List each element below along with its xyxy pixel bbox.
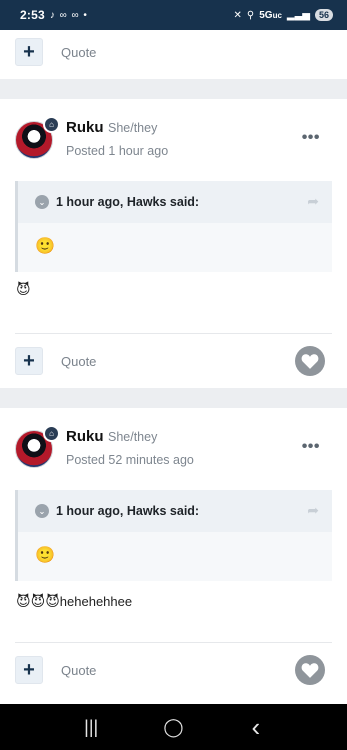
multiquote-button[interactable]: +	[15, 38, 43, 66]
post-card: ⌂ Ruku She/they Posted 52 minutes ago ••…	[0, 408, 347, 704]
mute-icon: ✕	[233, 9, 242, 21]
message-emoji: 😈	[16, 281, 31, 297]
recent-apps-button[interactable]: |||	[71, 717, 111, 738]
share-icon[interactable]: ➦	[307, 193, 319, 210]
multiquote-button[interactable]: +	[15, 347, 43, 375]
heart-icon	[301, 663, 319, 678]
quote-button[interactable]: Quote	[61, 45, 96, 60]
reaction-button[interactable]	[295, 346, 325, 376]
heart-icon	[301, 354, 319, 369]
notification-icons: ♪ ∞ ∞ •	[49, 9, 88, 21]
message-text: hehehehhee	[59, 594, 133, 609]
chevron-down-icon: ⌄	[35, 504, 49, 518]
quote-header-text: 1 hour ago, Hawks said:	[56, 504, 200, 518]
message-emoji: 😈😈😈	[16, 593, 60, 609]
post-card: + Quote	[0, 30, 347, 79]
post-card: ⌂ Ruku She/they Posted 1 hour ago ••• ⌄ …	[0, 99, 347, 388]
post-actions: + Quote	[0, 642, 347, 698]
signal-icon: ▂▃▅	[286, 9, 310, 21]
clock: 2:53	[20, 8, 45, 22]
post-actions: + Quote	[0, 333, 347, 389]
author-name[interactable]: Ruku	[66, 428, 104, 445]
badge-icon: ⌂	[43, 425, 60, 442]
multiquote-button[interactable]: +	[15, 656, 43, 684]
post-actions: + Quote	[0, 30, 347, 80]
location-icon: ⚲	[246, 9, 255, 21]
status-bar: 2:53 ♪ ∞ ∞ • ✕ ⚲ 5Guc ▂▃▅ 56	[0, 0, 347, 30]
more-options-icon[interactable]: •••	[302, 129, 320, 147]
quote-button[interactable]: Quote	[61, 354, 96, 369]
post-timestamp[interactable]: Posted 1 hour ago	[66, 144, 168, 158]
post-body: 😈	[16, 281, 31, 298]
reaction-button[interactable]	[295, 655, 325, 685]
system-indicators: ✕ ⚲ 5Guc ▂▃▅ 56	[233, 9, 333, 21]
author-pronouns: She/they	[108, 121, 158, 135]
post-body: 😈😈😈hehehehhee	[16, 593, 132, 610]
quote-content: 🙂	[35, 547, 55, 564]
quote-header[interactable]: ⌄ 1 hour ago, Hawks said: ➦	[18, 181, 332, 223]
more-options-icon[interactable]: •••	[302, 438, 320, 456]
author-name[interactable]: Ruku	[66, 119, 104, 136]
chevron-down-icon: ⌄	[35, 195, 49, 209]
quote-block: ⌄ 1 hour ago, Hawks said: ➦ 🙂	[15, 181, 332, 272]
share-icon[interactable]: ➦	[307, 502, 319, 519]
quote-content: 🙂	[35, 238, 55, 255]
topic-feed[interactable]: + Quote ⌂ Ruku She/they Posted 1 hour ag…	[0, 30, 347, 704]
quote-block: ⌄ 1 hour ago, Hawks said: ➦ 🙂	[15, 490, 332, 581]
badge-icon: ⌂	[43, 116, 60, 133]
home-button[interactable]: ◯	[153, 717, 193, 738]
system-nav-bar: ||| ◯ ‹	[0, 704, 347, 750]
back-button[interactable]: ‹	[236, 712, 276, 743]
post-timestamp[interactable]: Posted 52 minutes ago	[66, 453, 194, 467]
quote-button[interactable]: Quote	[61, 663, 96, 678]
network-label: 5Guc	[259, 9, 282, 21]
quote-header-text: 1 hour ago, Hawks said:	[56, 195, 200, 209]
author-pronouns: She/they	[108, 430, 158, 444]
quote-header[interactable]: ⌄ 1 hour ago, Hawks said: ➦	[18, 490, 332, 532]
battery-icon: 56	[314, 9, 333, 21]
